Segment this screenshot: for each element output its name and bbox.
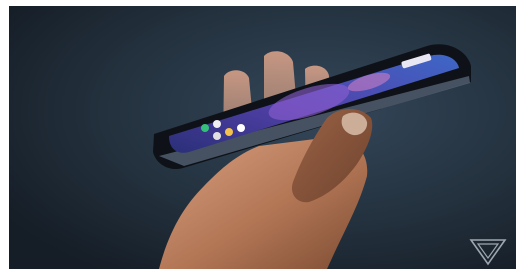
app-icon [201, 124, 209, 132]
app-icon [213, 132, 221, 140]
app-icon [225, 128, 233, 136]
photo-canvas [9, 6, 516, 269]
photo-frame [9, 6, 516, 269]
app-icon [237, 124, 245, 132]
app-icon [213, 120, 221, 128]
